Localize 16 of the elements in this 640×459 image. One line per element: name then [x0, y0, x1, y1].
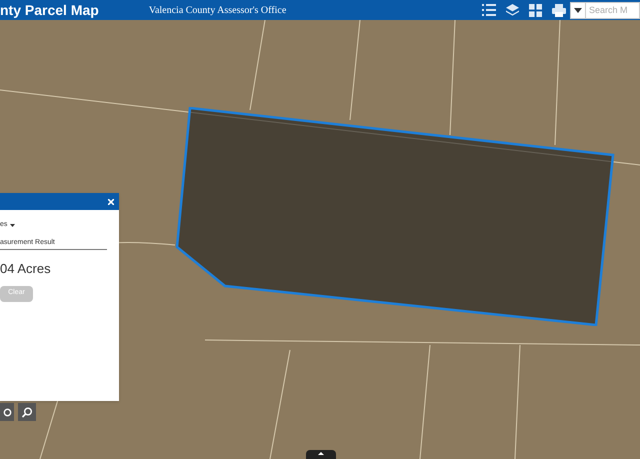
zoom-tool-button[interactable] [18, 403, 36, 421]
close-icon[interactable] [108, 198, 114, 204]
measurement-result: 04 Acres [0, 260, 52, 278]
search-field[interactable]: Search M [570, 2, 640, 18]
list-icon[interactable] [482, 4, 496, 16]
grid-icon[interactable] [529, 4, 542, 16]
search-icon [22, 406, 32, 418]
bottom-panel-tab[interactable] [306, 450, 336, 459]
caret-icon [318, 452, 324, 455]
print-icon[interactable] [552, 4, 566, 16]
caret-icon[interactable] [574, 8, 582, 12]
layers-icon[interactable] [506, 4, 519, 16]
measure-tool-button[interactable] [0, 403, 14, 421]
app-title: nty Parcel Map [0, 0, 99, 20]
caret-icon [10, 224, 16, 227]
app-subtitle: Valencia County Assessor's Office [148, 4, 286, 18]
